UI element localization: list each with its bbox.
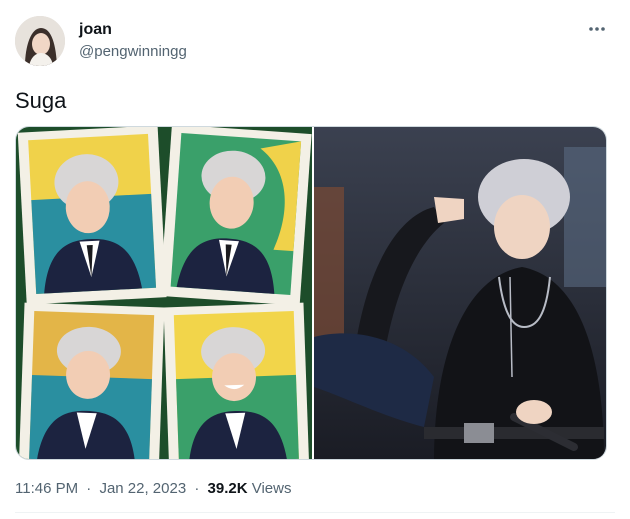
tweet-meta: 11:46 PM · Jan 22, 2023 · 39.2K Views xyxy=(15,480,291,497)
tweet-media[interactable] xyxy=(15,126,607,460)
views-label: Views xyxy=(251,480,292,497)
stage-performance-image[interactable] xyxy=(314,127,607,460)
photo-collage-image[interactable] xyxy=(16,127,312,460)
views-count: 39.2K xyxy=(207,480,248,497)
more-horizontal-icon xyxy=(589,27,605,31)
author-handle[interactable]: @pengwinningg xyxy=(79,43,187,60)
meta-separator: · xyxy=(86,480,92,497)
tweet-text: Suga xyxy=(15,88,67,113)
author-display-name[interactable]: joan xyxy=(79,21,112,39)
more-options-button[interactable] xyxy=(580,14,614,44)
avatar-photo xyxy=(15,16,65,66)
tweet-time[interactable]: 11:46 PM xyxy=(15,480,78,497)
divider xyxy=(15,512,615,513)
meta-separator: · xyxy=(194,480,200,497)
tweet-card: joan @pengwinningg Suga 11:46 PM · Jan 2… xyxy=(0,0,630,519)
avatar[interactable] xyxy=(15,16,65,66)
tweet-date[interactable]: Jan 22, 2023 xyxy=(99,480,186,497)
